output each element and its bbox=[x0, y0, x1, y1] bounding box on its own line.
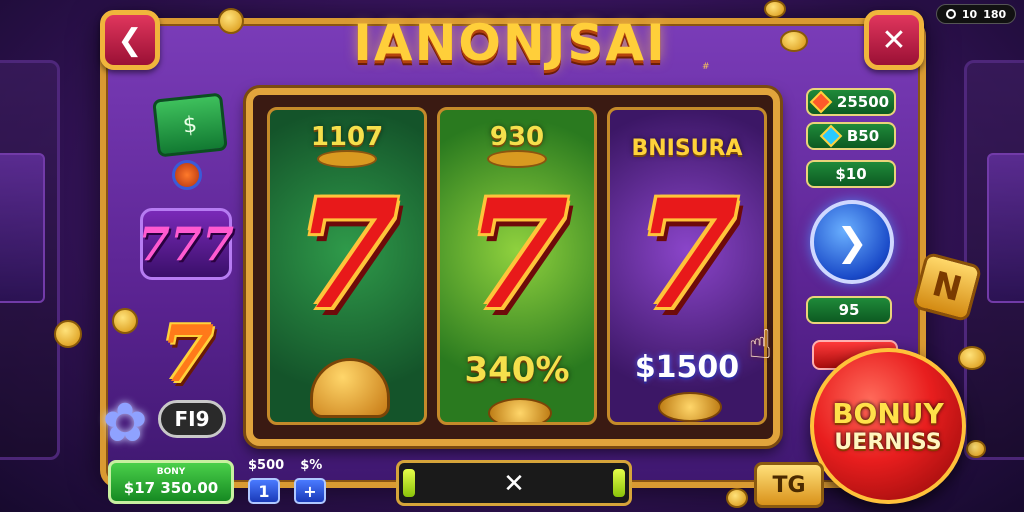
paytable-value: 95 bbox=[838, 301, 860, 319]
coin-icon bbox=[487, 150, 547, 168]
counter-left: 10 bbox=[961, 7, 978, 21]
reel-3-top-value: BNISURA bbox=[631, 136, 743, 161]
balance-label: BONY bbox=[156, 467, 186, 477]
counter-icon bbox=[945, 9, 956, 19]
coin-icon bbox=[658, 392, 722, 422]
back-button[interactable]: ❮ bbox=[100, 10, 160, 70]
pointer-hand-icon: ☝ bbox=[748, 322, 773, 368]
triple-seven-icon: 777 bbox=[138, 208, 234, 280]
reel-1-top-value: 1107 bbox=[310, 122, 384, 152]
background-arcade-right bbox=[964, 60, 1024, 460]
seven-icon: 7 bbox=[159, 309, 215, 400]
flower-icon: ✿ bbox=[102, 391, 148, 454]
chevron-left-icon: ❮ bbox=[117, 22, 143, 58]
coin-icon bbox=[966, 440, 986, 458]
reel-1: 1107 7 bbox=[267, 107, 427, 425]
bet-decrease-button[interactable]: 1 bbox=[248, 478, 280, 504]
seven-symbol: 7 bbox=[294, 167, 400, 343]
reel-3-bottom-value: $1500 bbox=[634, 350, 740, 385]
close-icon[interactable]: ✕ bbox=[399, 469, 629, 499]
chevron-right-icon: ❯ bbox=[836, 220, 868, 264]
cash-icon: $ bbox=[152, 92, 228, 158]
coin-icon bbox=[218, 8, 244, 34]
balance-display: BONY $17 350.00 bbox=[108, 460, 234, 504]
bet-increase-button[interactable]: + bbox=[294, 478, 326, 504]
counter-right: 180 bbox=[983, 7, 1007, 21]
title-mark: # bbox=[702, 62, 710, 72]
helmet-icon bbox=[310, 358, 390, 418]
reel-2-bottom-value: 340% bbox=[464, 350, 570, 390]
arcade-screen bbox=[0, 153, 45, 303]
paytable-item: $10 bbox=[806, 160, 896, 188]
balance-value: $17 350.00 bbox=[123, 479, 219, 497]
bet-label: $% bbox=[300, 458, 323, 473]
bet-label: $500 bbox=[248, 458, 285, 473]
paytable-value: 25500 bbox=[836, 93, 890, 111]
seven-symbol: 7 bbox=[464, 167, 570, 343]
coin-icon bbox=[764, 0, 786, 18]
coin-icon bbox=[317, 150, 377, 168]
game-title: IANONJSAI bbox=[353, 14, 667, 72]
bottom-control-bar: BONY $17 350.00 $500 $% 1 + ✕ TG bbox=[100, 452, 926, 512]
tg-button[interactable]: TG bbox=[754, 462, 824, 508]
gem-icon bbox=[172, 160, 202, 190]
reel-2-top-value: 930 bbox=[489, 122, 545, 152]
bonus-line-1: BONUY bbox=[832, 397, 944, 430]
spin-button[interactable]: ❯ bbox=[810, 200, 894, 284]
coin-icon bbox=[488, 398, 552, 422]
reel-3: BNISURA 7 $1500 bbox=[607, 107, 767, 425]
close-icon: ✕ bbox=[881, 22, 907, 58]
reel-2: 930 7 340% bbox=[437, 107, 597, 425]
reel-frame: 1107 7 930 7 340% BNISURA 7 $1500 bbox=[246, 88, 780, 446]
background-arcade-left bbox=[0, 60, 60, 460]
gem-icon bbox=[819, 124, 843, 148]
paytable-item: 95 bbox=[806, 296, 892, 324]
coin-icon bbox=[54, 320, 82, 348]
paytable-item: 25500 bbox=[806, 88, 896, 116]
paytable-value: $10 bbox=[835, 165, 867, 183]
gem-icon bbox=[809, 90, 833, 114]
progress-bar: ✕ bbox=[396, 460, 632, 506]
coin-icon bbox=[112, 308, 138, 334]
paytable-value: B50 bbox=[846, 127, 880, 145]
bet-labels: $500 $% bbox=[248, 458, 322, 473]
top-counter: 10 180 bbox=[936, 4, 1016, 24]
coin-icon bbox=[958, 346, 986, 370]
coin-icon bbox=[780, 30, 808, 52]
fi9-button[interactable]: FI9 bbox=[158, 400, 226, 438]
paytable-item: B50 bbox=[806, 122, 896, 150]
arcade-screen bbox=[987, 153, 1024, 303]
close-button[interactable]: ✕ bbox=[864, 10, 924, 70]
seven-symbol: 7 bbox=[634, 167, 740, 343]
